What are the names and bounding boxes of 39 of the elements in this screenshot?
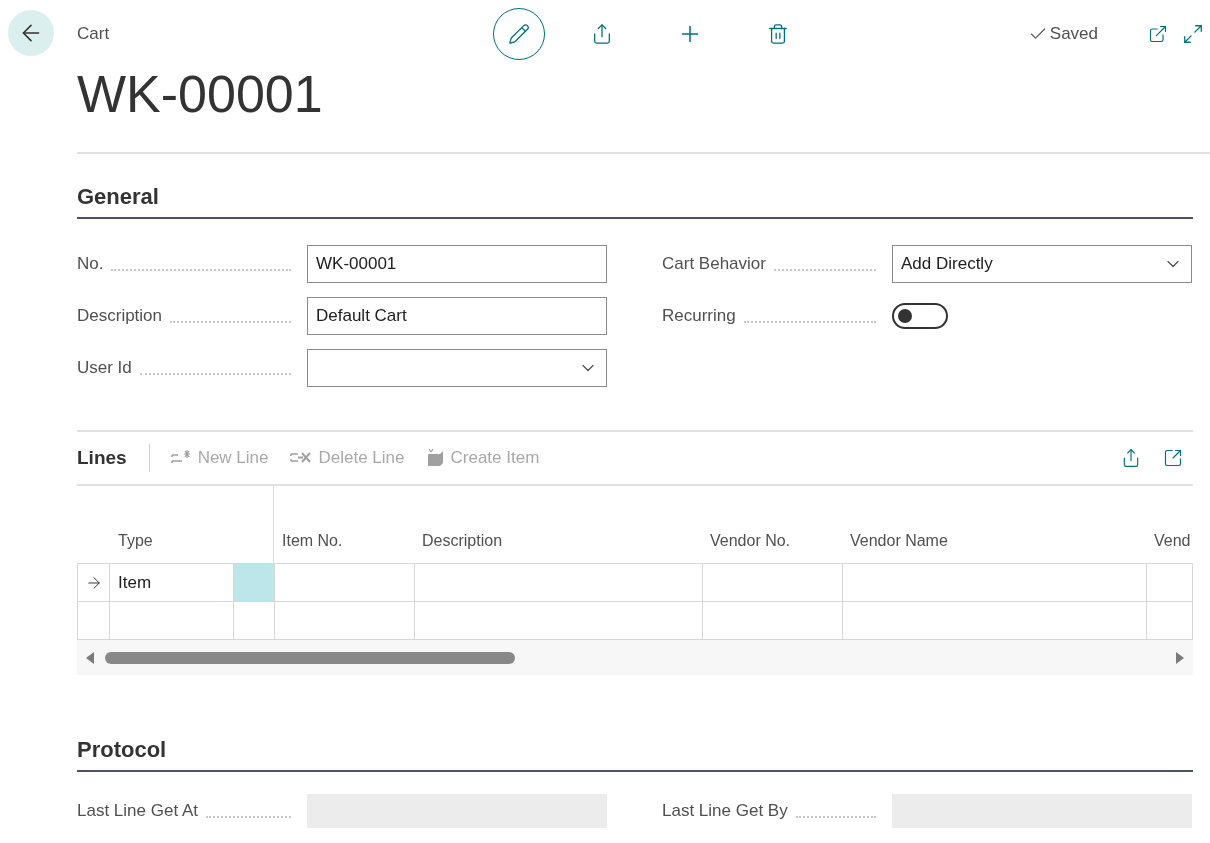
- field-label: No.: [77, 253, 104, 276]
- scroll-right-icon: [1175, 651, 1185, 664]
- share-button[interactable]: [591, 23, 613, 45]
- breadcrumb: Cart: [77, 23, 111, 46]
- toggle-switch[interactable]: [892, 303, 948, 329]
- share-icon: [1121, 448, 1141, 468]
- column-header: Item No.: [282, 532, 343, 549]
- section-heading: Protocol: [77, 733, 1193, 772]
- column-header: Description: [422, 532, 503, 549]
- scroll-left-icon: [85, 651, 95, 664]
- table-cell-text: Item: [118, 571, 152, 594]
- open-new-window-button[interactable]: [1148, 24, 1168, 44]
- scrollbar-thumb[interactable]: [105, 651, 515, 664]
- page-title: WK-00001: [77, 68, 324, 125]
- column-header: Type: [118, 531, 153, 551]
- text-field[interactable]: Default Cart: [307, 297, 607, 335]
- section-heading: General: [77, 180, 1193, 219]
- back-button[interactable]: [8, 10, 54, 56]
- saved-status: Saved: [1049, 23, 1098, 46]
- column-header: Vendor No.: [710, 532, 791, 549]
- section-heading: Lines: [77, 443, 150, 473]
- dropdown-field[interactable]: Add Directly: [892, 245, 1192, 283]
- pencil-icon: [508, 23, 530, 45]
- field-label: Description: [77, 305, 163, 328]
- field-label: Last Line Get By: [662, 800, 788, 823]
- delete-button[interactable]: [767, 23, 789, 45]
- table-row[interactable]: Item: [77, 563, 1193, 601]
- share-icon: [591, 23, 613, 45]
- text-field[interactable]: WK-00001: [307, 245, 607, 283]
- field-label: Cart Behavior: [662, 253, 766, 276]
- trash-icon: [767, 23, 789, 45]
- share-button[interactable]: [1121, 448, 1141, 468]
- field-label: Recurring: [662, 305, 736, 328]
- field-label: Last Line Get At: [77, 800, 198, 823]
- column-header: Vend: [1154, 532, 1191, 549]
- external-link-icon: [1148, 24, 1168, 44]
- column-header: Vendor Name: [850, 532, 948, 549]
- field-label: User Id: [77, 357, 132, 380]
- dropdown-field[interactable]: [307, 349, 607, 387]
